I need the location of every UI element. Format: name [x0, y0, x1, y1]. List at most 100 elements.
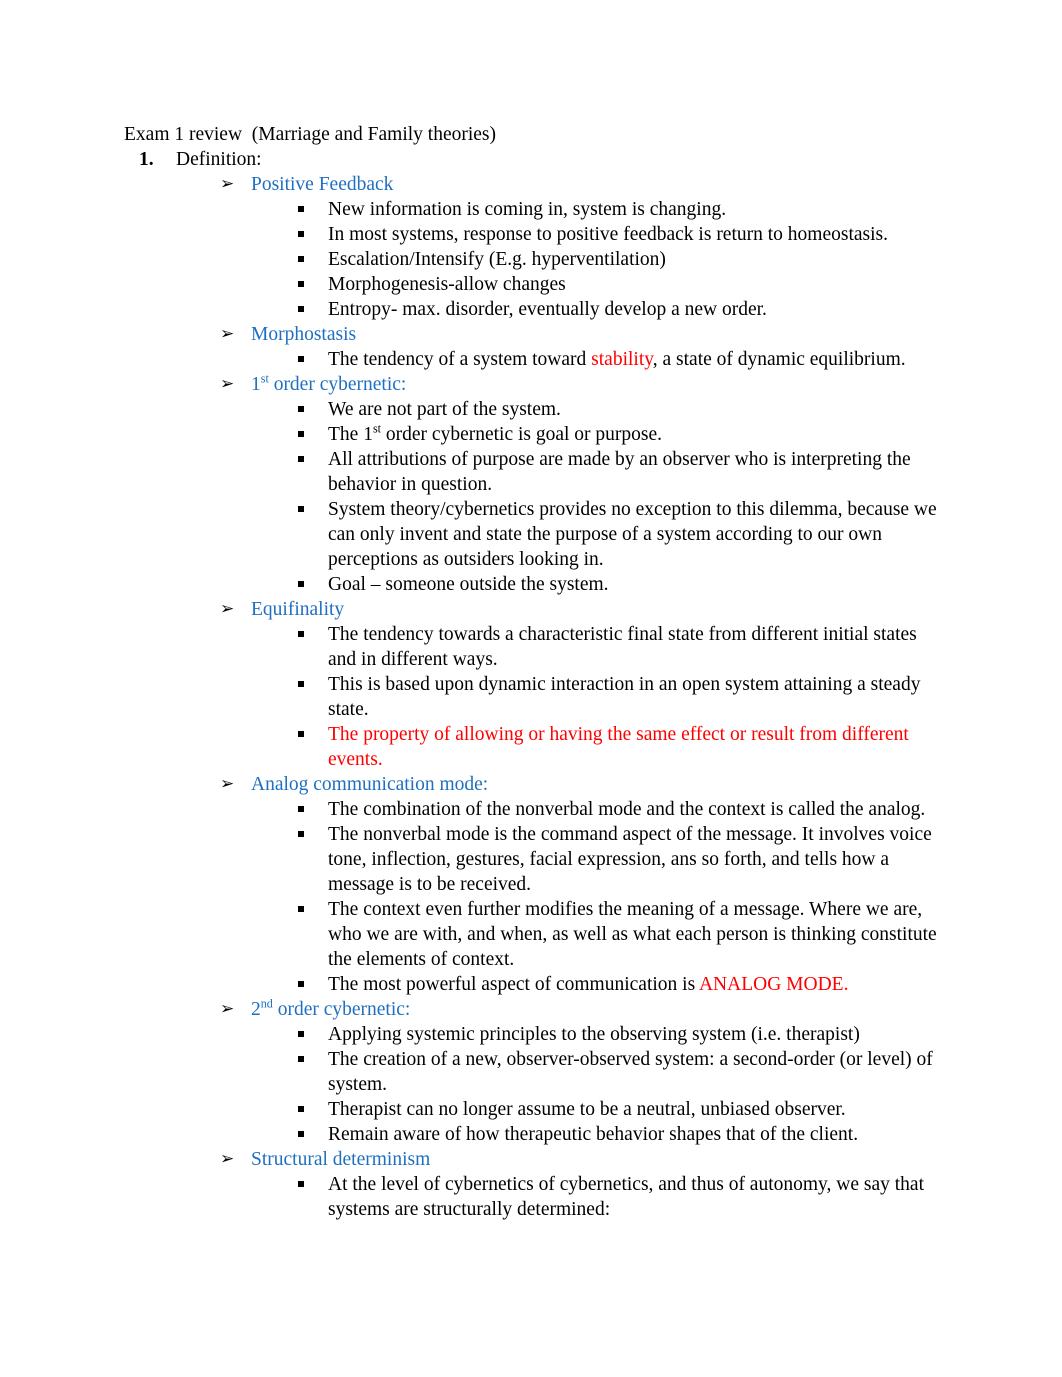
square-bullet-icon: [298, 231, 304, 237]
text-run: nd: [260, 996, 273, 1011]
square-bullet-icon: [298, 981, 304, 987]
text-run: Equifinality: [251, 599, 345, 620]
text-run: Remain aware of how therapeutic behavior…: [328, 1124, 859, 1145]
section-heading-label: 2nd order cybernetic:: [251, 996, 411, 1020]
bullet-item: Entropy- max. disorder, eventually devel…: [0, 297, 1062, 322]
text-run: Therapist can no longer assume to be a n…: [328, 1099, 846, 1120]
text-run: Structural determinism: [251, 1149, 431, 1170]
section-heading: ➢ Equifinality: [0, 597, 1062, 622]
arrow-bullet-icon: ➢: [220, 324, 235, 343]
bullet-item: The tendency towards a characteristic fi…: [0, 622, 1062, 672]
section-heading: ➢ 1st order cybernetic:: [0, 372, 1062, 397]
document-body: Exam 1 review (Marriage and Family theor…: [0, 122, 1062, 1222]
text-run: stability: [591, 349, 653, 370]
square-bullet-icon: [298, 1031, 304, 1037]
text-run: Morphogenesis-allow changes: [328, 274, 566, 295]
text-run: Escalation/Intensify (E.g. hyperventilat…: [328, 249, 666, 270]
bullet-item: We are not part of the system.: [0, 397, 1062, 422]
text-run: All attributions of purpose are made by …: [328, 449, 911, 495]
bullet-item: New information is coming in, system is …: [0, 197, 1062, 222]
bullet-item-text: Escalation/Intensify (E.g. hyperventilat…: [328, 249, 666, 270]
bullet-item-text: The context even further modifies the me…: [328, 899, 937, 970]
section-heading-label: Structural determinism: [251, 1149, 430, 1170]
text-run: Applying systemic principles to the obse…: [328, 1024, 860, 1045]
text-run: The combination of the nonverbal mode an…: [328, 799, 926, 820]
text-run: System theory/cybernetics provides no ex…: [328, 499, 937, 570]
bullet-item-text: At the level of cybernetics of cyberneti…: [328, 1174, 924, 1220]
section-heading-label: 1st order cybernetic:: [251, 371, 406, 395]
arrow-bullet-icon: ➢: [220, 374, 235, 393]
bullet-item: The nonverbal mode is the command aspect…: [0, 822, 1062, 897]
outline-sections: ➢ Positive Feedback New information is com…: [0, 172, 1062, 1222]
text-run: The tendency of a system toward: [328, 349, 592, 370]
bullet-item: This is based upon dynamic interaction i…: [0, 672, 1062, 722]
text-run: order cybernetic:: [272, 999, 411, 1020]
square-bullet-icon: [298, 1056, 304, 1062]
bullet-item-text: The creation of a new, observer-observed…: [328, 1049, 933, 1095]
arrow-bullet-icon: ➢: [220, 174, 235, 193]
bullet-item: The combination of the nonverbal mode an…: [0, 797, 1062, 822]
outline-label: Definition:: [176, 149, 262, 170]
text-run: The property of allowing or having the s…: [328, 724, 909, 770]
bullet-item: System theory/cybernetics provides no ex…: [0, 497, 1062, 572]
text-run: This is based upon dynamic interaction i…: [328, 674, 921, 720]
bullet-item-text: The combination of the nonverbal mode an…: [328, 799, 925, 820]
text-run: ANALOG MODE.: [698, 974, 849, 995]
bullet-item-text: This is based upon dynamic interaction i…: [328, 674, 920, 720]
text-run: The tendency towards a characteristic fi…: [328, 624, 917, 670]
outline-number: 1.: [139, 149, 154, 170]
square-bullet-icon: [298, 1106, 304, 1112]
bullet-item-text: Therapist can no longer assume to be a n…: [328, 1099, 846, 1120]
arrow-bullet-icon: ➢: [220, 599, 235, 618]
bullet-item-text: Morphogenesis-allow changes: [328, 274, 566, 295]
section-heading-label: Analog communication mode:: [251, 774, 488, 795]
text-run: , a state of dynamic equilibrium.: [652, 349, 906, 370]
square-bullet-icon: [298, 906, 304, 912]
bullet-item: All attributions of purpose are made by …: [0, 447, 1062, 497]
bullet-item: Therapist can no longer assume to be a n…: [0, 1097, 1062, 1122]
text-run: Analog communication mode:: [251, 774, 489, 795]
text-run: At the level of cybernetics of cyberneti…: [328, 1174, 925, 1220]
bullet-item-text: New information is coming in, system is …: [328, 199, 726, 220]
text-run: Entropy- max. disorder, eventually devel…: [328, 299, 767, 320]
bullet-item-text: Goal – someone outside the system.: [328, 574, 609, 595]
page-title: Exam 1 review (Marriage and Family theor…: [124, 124, 496, 145]
bullet-item-text: The most powerful aspect of communicatio…: [328, 974, 848, 995]
text-run: The most powerful aspect of communicatio…: [328, 974, 699, 995]
text-run: Positive Feedback: [251, 174, 394, 195]
text-run: The 1: [328, 424, 373, 445]
bullet-item-text: The 1st order cybernetic is goal or purp…: [328, 421, 663, 445]
arrow-bullet-icon: ➢: [220, 1149, 235, 1168]
bullet-item-text: The tendency towards a characteristic fi…: [328, 624, 917, 670]
arrow-bullet-icon: ➢: [220, 774, 235, 793]
section-heading: ➢ Analog communication mode:: [0, 772, 1062, 797]
text-run: 2: [251, 999, 261, 1020]
bullet-item: The most powerful aspect of communicatio…: [0, 972, 1062, 997]
text-run: In most systems, response to positive fe…: [328, 224, 888, 245]
square-bullet-icon: [298, 1181, 304, 1187]
square-bullet-icon: [298, 631, 304, 637]
bullet-item-text: The tendency of a system toward stabilit…: [328, 349, 906, 370]
square-bullet-icon: [298, 356, 304, 362]
section-heading-label: Equifinality: [251, 599, 344, 620]
document-page: Exam 1 review (Marriage and Family theor…: [0, 0, 1062, 1377]
text-run: st: [372, 421, 382, 436]
section-heading: ➢ 2nd order cybernetic:: [0, 997, 1062, 1022]
bullet-item-text: The nonverbal mode is the command aspect…: [328, 824, 932, 895]
square-bullet-icon: [298, 1131, 304, 1137]
bullet-item-text: All attributions of purpose are made by …: [328, 449, 911, 495]
arrow-bullet-icon: ➢: [220, 999, 235, 1018]
text-run: New information is coming in, system is …: [328, 199, 727, 220]
text-run: The nonverbal mode is the command aspect…: [328, 824, 932, 895]
square-bullet-icon: [298, 206, 304, 212]
square-bullet-icon: [298, 581, 304, 587]
bullet-item: The tendency of a system toward stabilit…: [0, 347, 1062, 372]
text-run: order cybernetic is goal or purpose.: [381, 424, 663, 445]
bullet-item: Morphogenesis-allow changes: [0, 272, 1062, 297]
bullet-item-text: Remain aware of how therapeutic behavior…: [328, 1124, 858, 1145]
text-run: We are not part of the system.: [328, 399, 561, 420]
text-run: st: [260, 371, 269, 386]
bullet-item-text: The property of allowing or having the s…: [328, 724, 909, 770]
bullet-item: At the level of cybernetics of cyberneti…: [0, 1172, 1062, 1222]
square-bullet-icon: [298, 281, 304, 287]
